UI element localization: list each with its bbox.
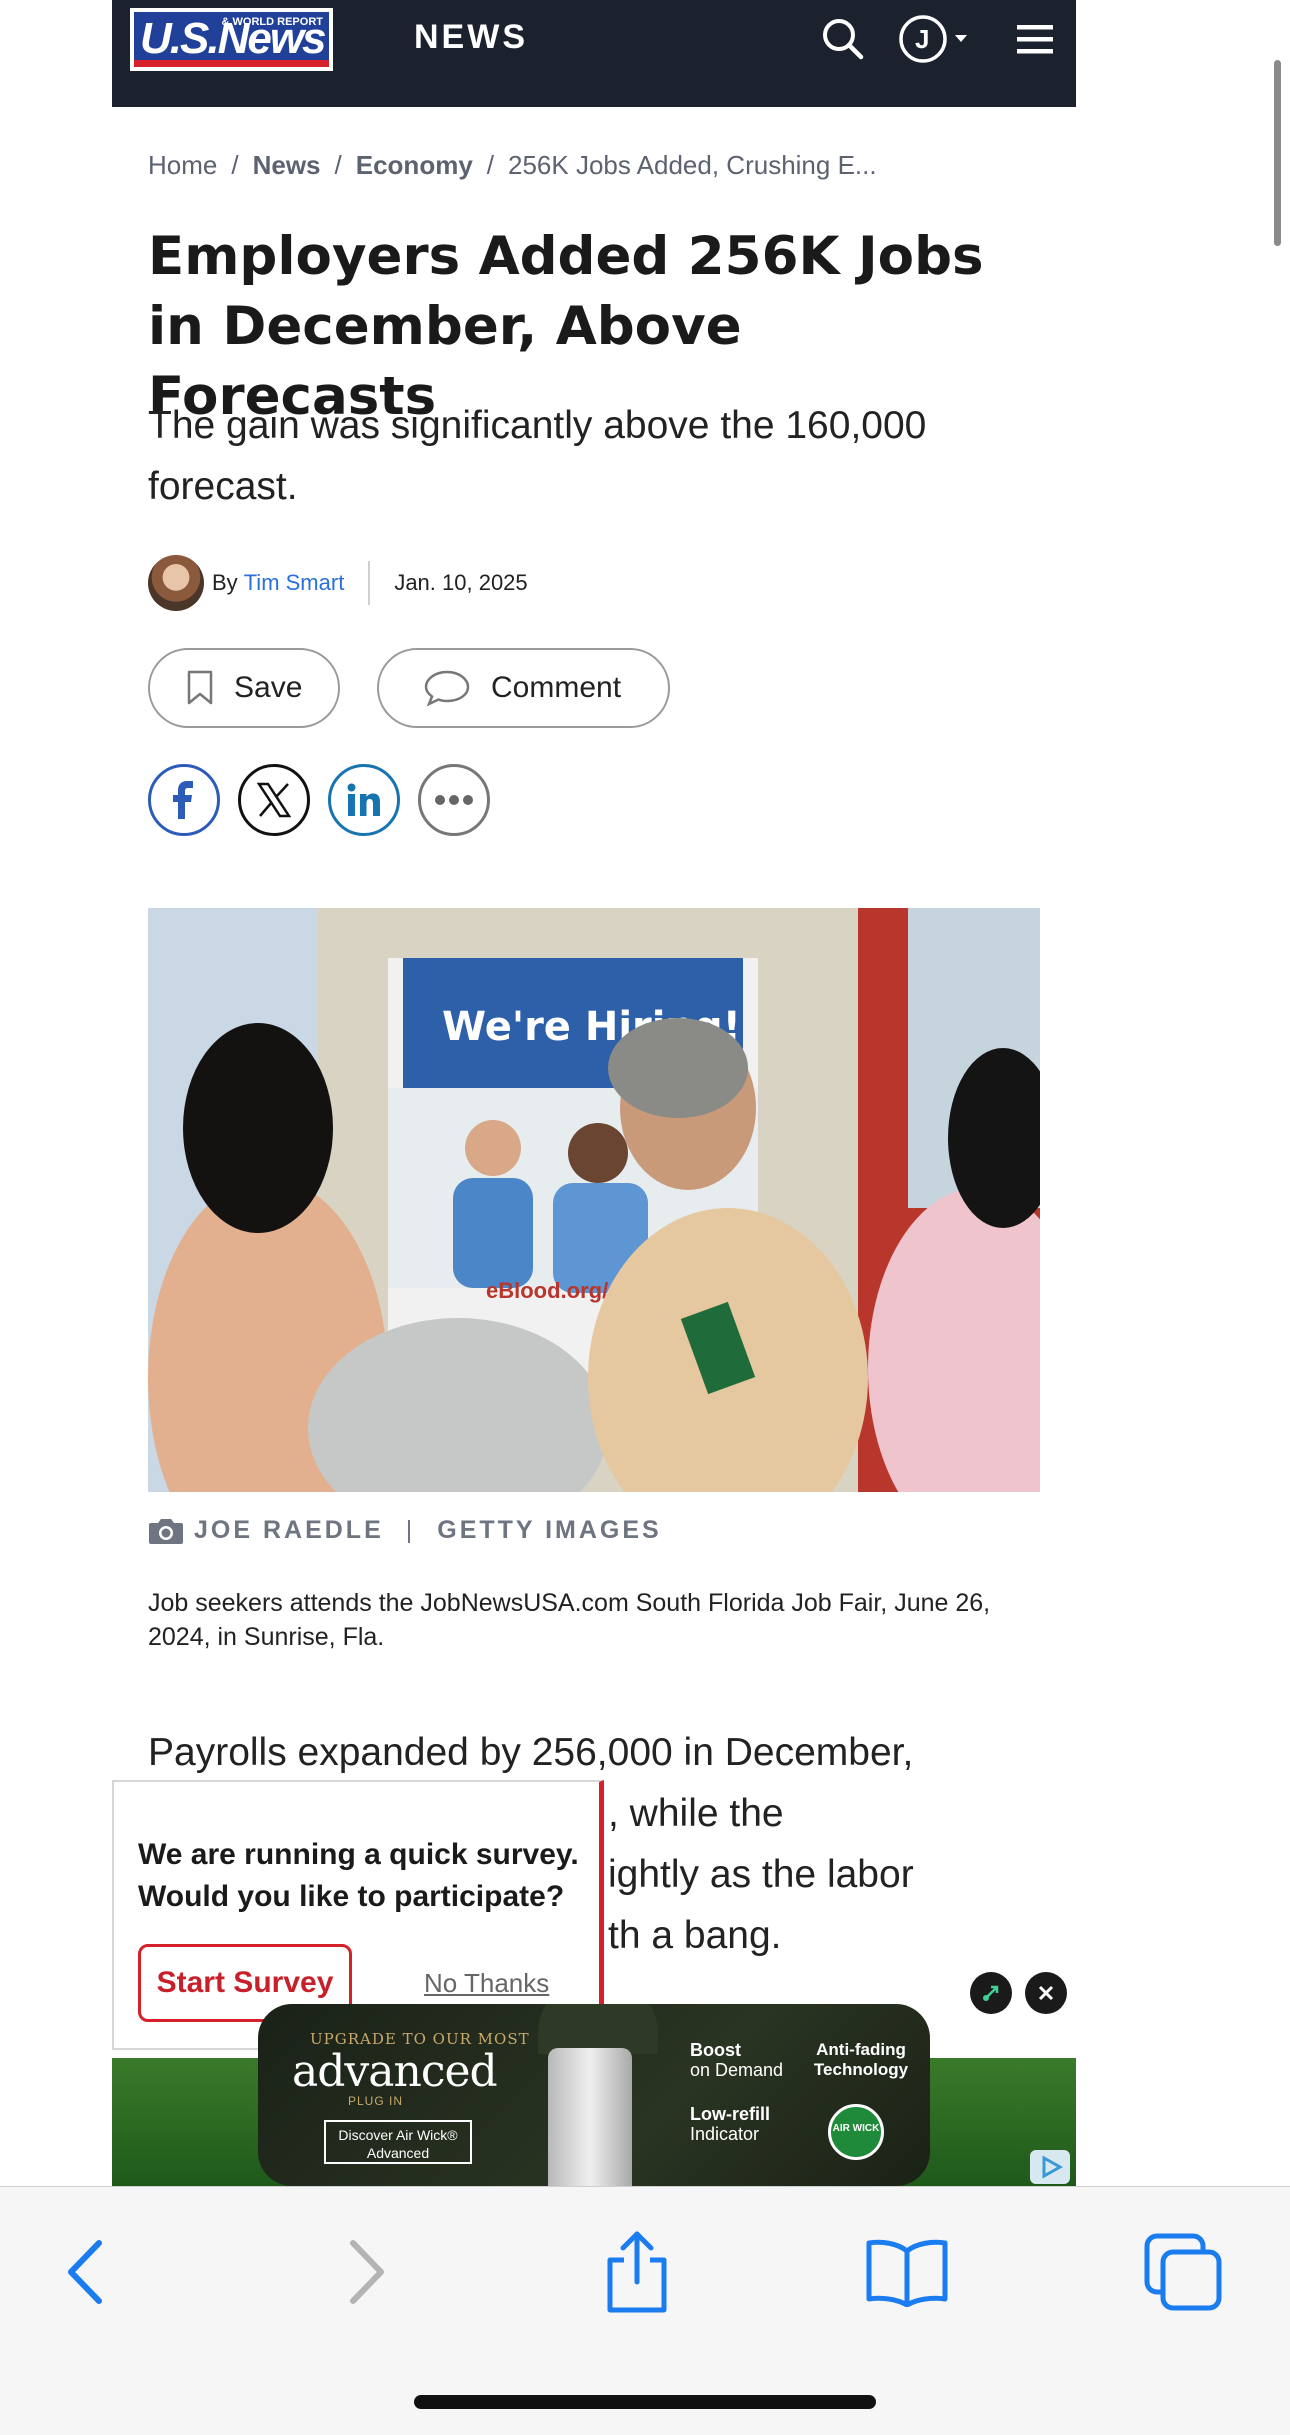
image-credit: JOE RAEDLE | GETTY IMAGES — [148, 1516, 662, 1545]
site-header: U.S.News & WORLD REPORT NEWS J — [112, 0, 1076, 107]
more-share-button[interactable] — [418, 764, 490, 836]
ad-feature-refill: Low-refill Indicator — [690, 2104, 770, 2144]
forward-icon[interactable] — [322, 2227, 412, 2317]
ad-close-icon[interactable] — [1025, 1972, 1067, 2014]
tabs-icon[interactable] — [1138, 2227, 1228, 2317]
ad-line2: advanced — [292, 2046, 498, 2097]
bookmark-icon — [187, 670, 213, 705]
ad-product-image — [548, 2048, 632, 2186]
save-button[interactable]: Save — [148, 648, 340, 728]
author-avatar[interactable] — [148, 555, 204, 611]
logo-subtext: & WORLD REPORT — [221, 16, 323, 28]
account-icon[interactable]: J — [898, 14, 970, 64]
section-name[interactable]: NEWS — [414, 18, 528, 57]
byline-prefix: By — [212, 570, 238, 595]
more-icon — [435, 795, 473, 805]
account-initial: J — [915, 24, 930, 54]
body-line: Payrolls expanded by 256,000 in December… — [148, 1731, 914, 1774]
airwick-logo: AIR WICK — [828, 2104, 884, 2160]
ad-feature-boost: Boost on Demand — [690, 2040, 784, 2080]
back-icon[interactable] — [40, 2227, 130, 2317]
breadcrumb-current: 256K Jobs Added, Crushing E... — [508, 150, 877, 180]
comment-icon — [424, 670, 470, 707]
usnews-logo[interactable]: U.S.News & WORLD REPORT — [130, 8, 333, 71]
airwick-ad[interactable]: UPGRADE TO OUR MOST advanced PLUG IN Dis… — [258, 2004, 930, 2186]
home-indicator[interactable] — [414, 2395, 876, 2409]
page-scrollbar[interactable] — [1274, 60, 1281, 246]
menu-icon[interactable] — [1010, 14, 1060, 64]
x-icon — [256, 782, 292, 818]
comment-button[interactable]: Comment — [377, 648, 670, 728]
byline-divider — [368, 561, 371, 605]
breadcrumb: Home / News / Economy/256K Jobs Added, Crush… — [148, 150, 877, 180]
x-share-button[interactable] — [238, 764, 310, 836]
author-link[interactable]: Tim Smart — [244, 570, 345, 596]
bookmarks-icon[interactable] — [862, 2227, 952, 2317]
ad-feature-antifading: Anti-fading Technology — [813, 2040, 909, 2079]
linkedin-share-button[interactable] — [328, 764, 400, 836]
survey-question: We are running a quick survey. Would you… — [138, 1838, 579, 1913]
image-caption: Job seekers attends the JobNewsUSA.com S… — [148, 1589, 991, 1651]
ad-line3: PLUG IN — [348, 2094, 404, 2108]
facebook-icon — [173, 781, 193, 819]
photo-agency: GETTY IMAGES — [437, 1516, 662, 1544]
camera-icon — [149, 1518, 183, 1544]
facebook-share-button[interactable] — [148, 764, 220, 836]
ad-choices-icon[interactable] — [1030, 2150, 1070, 2184]
ad-expand-icon[interactable] — [970, 1972, 1012, 2014]
breadcrumb-home[interactable]: Home — [148, 150, 217, 180]
ad-discover-button[interactable]: Discover Air Wick® Advanced — [324, 2120, 472, 2164]
breadcrumb-news[interactable]: News — [253, 150, 321, 180]
byline: By Tim Smart Jan. 10, 2025 — [148, 555, 528, 611]
article-dek: The gain was significantly above the 160… — [148, 404, 927, 508]
breadcrumb-economy[interactable]: Economy — [356, 150, 473, 180]
photographer: JOE RAEDLE — [194, 1516, 384, 1544]
linkedin-icon — [347, 783, 380, 816]
share-icon[interactable] — [592, 2227, 682, 2317]
no-thanks-link[interactable]: No Thanks — [424, 1968, 549, 1999]
publish-date: Jan. 10, 2025 — [394, 570, 528, 595]
article-hero-image: eBlood.org/careers We're Hiring! — [148, 908, 1040, 1492]
search-icon[interactable] — [818, 14, 868, 64]
